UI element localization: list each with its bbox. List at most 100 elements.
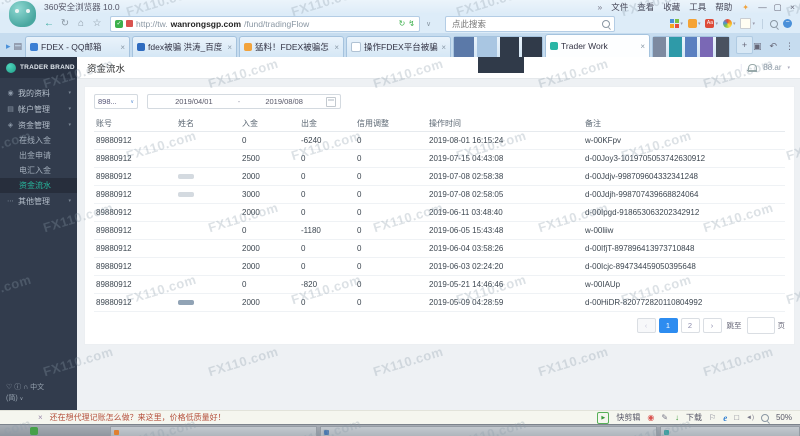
sidebar-item[interactable]: 资金流水 bbox=[0, 178, 77, 193]
browser-tab[interactable]: 操作FDEX平台被骗 × bbox=[346, 36, 452, 57]
notice-text[interactable]: 还在想代理记账怎么做？来这里，价格低质量好！ bbox=[50, 412, 226, 423]
user-caret-icon[interactable]: ▾ bbox=[787, 65, 790, 71]
status-bar-icons: ▶ 快剪辑 ◉ ✎ ↓ 下载 ⚐ e □ ◄) 50% bbox=[597, 411, 800, 424]
language-switcher[interactable]: ♡ ⓘ ∩ 中文 (简) ∨ bbox=[0, 383, 77, 410]
quick-clip-label[interactable]: 快剪辑 bbox=[616, 412, 640, 423]
new-tab-button[interactable]: + bbox=[736, 36, 753, 54]
next-page-button[interactable]: › bbox=[702, 318, 722, 333]
menu-item[interactable]: 收藏 bbox=[663, 1, 680, 13]
browser-tab[interactable]: FDEX - QQ邮箱 × bbox=[25, 36, 131, 57]
apps-grid-icon[interactable]: ▾ bbox=[670, 19, 683, 28]
headset-icon[interactable]: ∩ bbox=[23, 384, 28, 391]
font-tool-icon[interactable]: Aa ▾ bbox=[705, 19, 718, 28]
vip-icon[interactable]: ✦ bbox=[742, 3, 749, 12]
feedback-flag-icon[interactable]: ⚐ bbox=[709, 413, 716, 422]
browser-tab[interactable]: 猛料！FDEX被骗怎 × bbox=[239, 36, 345, 57]
browser-tab[interactable]: fdex被骗 洪涛_百度 × bbox=[132, 36, 238, 57]
restore-button[interactable]: ▢ bbox=[770, 2, 785, 13]
censored-tab[interactable] bbox=[652, 36, 731, 57]
censored-tab[interactable] bbox=[453, 36, 544, 73]
page-button[interactable]: 2 bbox=[680, 318, 700, 333]
zoom-in-icon[interactable] bbox=[770, 19, 778, 28]
quick-clip-icon[interactable]: ▶ bbox=[597, 411, 610, 424]
prev-page-button[interactable]: ‹ bbox=[636, 318, 656, 333]
menu-overflow-icon[interactable]: » bbox=[597, 2, 602, 12]
jump-page-input[interactable] bbox=[746, 317, 775, 334]
minimize-button[interactable]: — bbox=[755, 2, 770, 13]
window-controls: — ▢ × bbox=[755, 2, 800, 13]
tab-list-icon[interactable]: ▣ bbox=[753, 41, 762, 52]
back-icon[interactable]: ← bbox=[42, 18, 56, 29]
taskbar-app-icon[interactable] bbox=[30, 427, 38, 435]
download-icon[interactable]: ↓ bbox=[675, 413, 679, 422]
tab-more-icon[interactable]: ⋮ bbox=[785, 41, 794, 52]
tab-close-icon[interactable]: × bbox=[334, 43, 339, 52]
page-button[interactable]: 1 bbox=[658, 318, 678, 333]
site-safety-shield-icon[interactable]: ✓ bbox=[115, 19, 123, 28]
window-mode-icon[interactable]: □ bbox=[734, 413, 739, 422]
tab-close-icon[interactable]: × bbox=[227, 43, 232, 52]
notice-close-icon[interactable]: × bbox=[38, 413, 43, 422]
zoom-level[interactable]: 50% bbox=[776, 413, 792, 422]
tab-close-icon[interactable]: × bbox=[640, 42, 645, 51]
date-from[interactable]: 2019/04/01 bbox=[152, 97, 236, 106]
sidebar-group[interactable]: ◈ 资金管理 ▾ bbox=[0, 117, 77, 133]
menu-item[interactable]: 帮助 bbox=[715, 1, 732, 13]
sidebar-item[interactable]: 在线入金 bbox=[0, 133, 77, 148]
ie-compat-icon[interactable]: e bbox=[723, 413, 727, 423]
download-label[interactable]: 下载 bbox=[686, 412, 702, 423]
notes-icon[interactable]: ▾ bbox=[740, 18, 755, 29]
cell-time: 2019-05-21 14:46:46 bbox=[427, 275, 583, 294]
sidebar-group[interactable]: ⋯ 其他管理 ▾ bbox=[0, 193, 77, 209]
page-zoom-icon[interactable] bbox=[760, 413, 769, 422]
taskbar-button[interactable] bbox=[320, 426, 657, 436]
tab-close-icon[interactable]: × bbox=[120, 43, 125, 52]
reload-icon[interactable]: ↻ bbox=[399, 19, 406, 28]
hotspot-icon[interactable]: ◉ bbox=[647, 413, 654, 422]
browser-menubar: » 文件 查看 收藏 工具 帮助 bbox=[597, 1, 732, 13]
reading-list-icon[interactable]: ▤ bbox=[14, 41, 23, 52]
cell-remark: d-00IfjT-897896413973710848 bbox=[583, 239, 785, 258]
info-icon[interactable]: ⓘ bbox=[14, 384, 21, 391]
cell-withdraw: -1180 bbox=[299, 221, 355, 240]
chevron-down-icon: ▾ bbox=[68, 198, 71, 204]
speed-mode-icon[interactable]: ↯ bbox=[408, 19, 415, 28]
search-icon[interactable] bbox=[602, 19, 610, 28]
games-ball-icon[interactable]: ▾ bbox=[722, 19, 735, 28]
close-button[interactable]: × bbox=[785, 2, 800, 13]
refresh-icon[interactable]: ↻ bbox=[58, 18, 72, 29]
home-icon[interactable]: ⌂ bbox=[74, 18, 88, 29]
sidebar-group[interactable]: ▤ 帐户管理 ▾ bbox=[0, 101, 77, 117]
menu-item[interactable]: 文件 bbox=[611, 1, 628, 13]
notification-bell-icon[interactable] bbox=[747, 63, 758, 72]
censor-block bbox=[454, 37, 474, 57]
user-label[interactable]: 88.ar bbox=[763, 63, 781, 72]
pin-icon[interactable]: ✎ bbox=[661, 413, 668, 422]
mascot-avatar-icon[interactable] bbox=[9, 1, 36, 27]
url-dropdown-icon[interactable]: ∨ bbox=[422, 20, 435, 28]
search-box[interactable] bbox=[445, 15, 615, 32]
session-restore-icon[interactable]: ▸ bbox=[6, 41, 11, 52]
brand-logo[interactable]: TRADER BRAND bbox=[0, 57, 77, 78]
sidebar-item[interactable]: 出金申请 bbox=[0, 148, 77, 163]
browser-tab[interactable]: Trader Work × bbox=[545, 34, 651, 57]
calendar-icon[interactable] bbox=[326, 96, 336, 107]
favorites-folder-icon[interactable]: ▾ bbox=[687, 19, 700, 28]
account-select[interactable]: 898... ∨ bbox=[94, 94, 138, 109]
reopen-closed-tab-icon[interactable]: ↶ bbox=[769, 41, 777, 52]
menu-item[interactable]: 工具 bbox=[689, 1, 706, 13]
address-bar[interactable]: ✓ http://tw. wanrongsgp.com/fund/tradingF… bbox=[110, 15, 420, 32]
taskbar-button[interactable] bbox=[660, 426, 800, 436]
heart-icon[interactable]: ♡ bbox=[6, 384, 12, 391]
adblock-icon[interactable]: − bbox=[783, 19, 792, 28]
sidebar-group[interactable]: ◉ 我的资料 ▾ bbox=[0, 85, 77, 101]
tab-close-icon[interactable]: × bbox=[441, 43, 446, 52]
taskbar-button[interactable] bbox=[110, 426, 317, 436]
bookmark-star-icon[interactable]: ☆ bbox=[90, 18, 104, 29]
speaker-icon[interactable]: ◄) bbox=[746, 415, 754, 421]
date-range-picker[interactable]: 2019/04/01 - 2019/08/08 bbox=[147, 94, 341, 109]
menu-item[interactable]: 查看 bbox=[637, 1, 654, 13]
sidebar-item[interactable]: 电汇入金 bbox=[0, 163, 77, 178]
search-input[interactable] bbox=[450, 17, 602, 30]
date-to[interactable]: 2019/08/08 bbox=[242, 97, 326, 106]
